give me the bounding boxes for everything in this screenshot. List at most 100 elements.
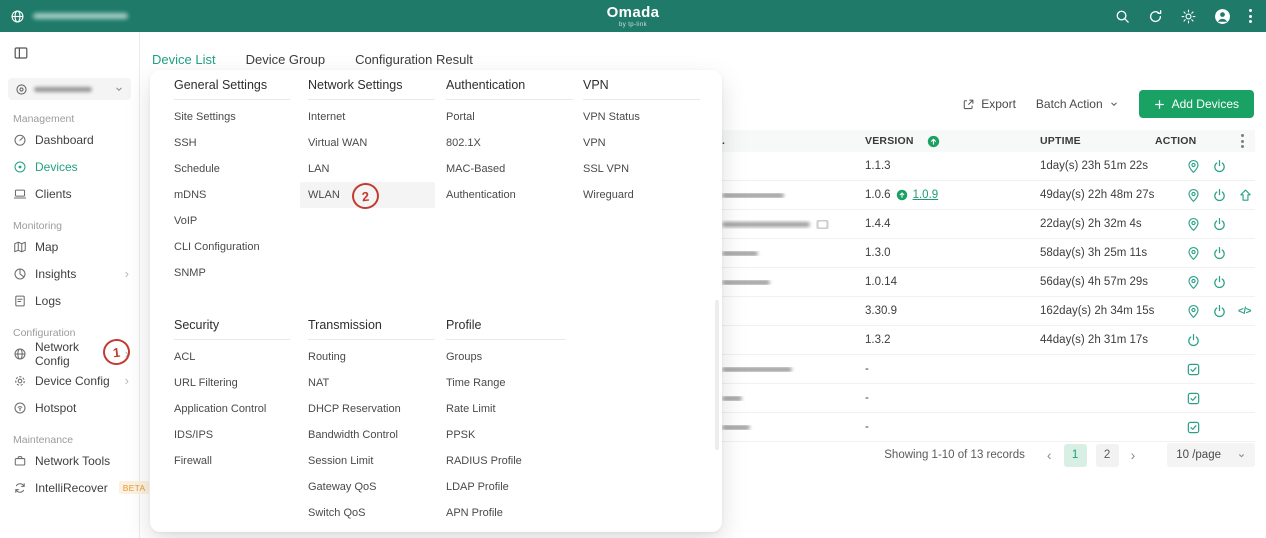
site-selector[interactable] — [8, 78, 131, 100]
power-icon[interactable] — [1212, 304, 1227, 319]
batch-action-label: Batch Action — [1035, 97, 1103, 111]
menu-item-apn-profile[interactable]: APN Profile — [446, 500, 566, 526]
menu-item-ids-ips[interactable]: IDS/IPS — [174, 422, 290, 448]
topbar-site-area[interactable] — [10, 0, 128, 32]
menu-item-internet[interactable]: Internet — [308, 104, 435, 130]
menu-item-mac-based-authentication[interactable]: MAC-Based Authentication — [446, 156, 573, 201]
locate-icon[interactable] — [1186, 275, 1201, 290]
menu-item-dhcp-reservation[interactable]: DHCP Reservation — [308, 396, 435, 422]
refresh-icon[interactable] — [1148, 9, 1163, 24]
power-icon[interactable] — [1186, 333, 1201, 348]
power-icon[interactable] — [1212, 275, 1227, 290]
power-icon[interactable] — [1212, 246, 1227, 261]
sidebar-item-devices[interactable]: Devices — [0, 153, 139, 180]
sidebar-item-logs[interactable]: Logs — [0, 287, 139, 314]
network-config-mega-menu: General Settings Site Settings SSH Sched… — [150, 70, 722, 532]
upgrade-version-link[interactable]: 1.0.9 — [913, 189, 939, 201]
menu-item-acl[interactable]: ACL — [174, 344, 290, 370]
menu-item-time-range[interactable]: Time Range — [446, 370, 566, 396]
sidebar-item-dashboard[interactable]: Dashboard — [0, 126, 139, 153]
locate-icon[interactable] — [1186, 304, 1201, 319]
add-devices-button[interactable]: Add Devices — [1138, 90, 1254, 118]
menu-item-snmp[interactable]: SNMP — [174, 260, 290, 286]
sidebar-section-management: Management — [13, 113, 75, 125]
header-version[interactable]: VERSION — [850, 135, 1028, 148]
menu-item-site-settings[interactable]: Site Settings — [174, 104, 290, 130]
menu-item-groups[interactable]: Groups — [446, 344, 566, 370]
menu-item-routing[interactable]: Routing — [308, 344, 435, 370]
code-icon[interactable]: </> — [1238, 306, 1251, 317]
menu-item-firewall[interactable]: Firewall — [174, 448, 290, 474]
menu-item-session-limit[interactable]: Session Limit — [308, 448, 435, 474]
redacted-device-name — [722, 395, 742, 401]
menu-item-voip[interactable]: VoIP — [174, 208, 290, 234]
tab-configuration-result[interactable]: Configuration Result — [355, 52, 473, 67]
column-settings-icon[interactable] — [1241, 134, 1255, 148]
page-button-2[interactable]: 2 — [1095, 443, 1119, 467]
menu-group-authentication: Authentication Portal 802.1X MAC-Based A… — [446, 78, 573, 201]
sidebar-item-hotspot[interactable]: Hotspot — [0, 394, 139, 421]
sidebar-item-intellirecover[interactable]: IntelliRecover BETA — [0, 474, 150, 501]
menu-item-schedule[interactable]: Schedule — [174, 156, 290, 182]
menu-item-mdns[interactable]: mDNS — [174, 182, 290, 208]
tab-device-list[interactable]: Device List — [152, 52, 216, 67]
sidebar-item-network-tools[interactable]: Network Tools — [0, 447, 139, 474]
firmware-upgrade-indicator-icon[interactable] — [927, 135, 940, 148]
more-menu-icon[interactable] — [1249, 9, 1252, 23]
sidebar-collapse-icon[interactable] — [13, 45, 29, 61]
menu-item-gateway-qos[interactable]: Gateway QoS — [308, 474, 435, 500]
menu-item-ssl-vpn[interactable]: SSL VPN — [583, 156, 700, 182]
export-button[interactable]: Export — [962, 97, 1016, 111]
beta-badge: BETA — [118, 481, 150, 494]
search-icon[interactable] — [1115, 9, 1130, 24]
locate-icon[interactable] — [1186, 188, 1201, 203]
batch-action-dropdown[interactable]: Batch Action — [1036, 97, 1119, 111]
menu-item-portal[interactable]: Portal — [446, 104, 573, 130]
per-page-select[interactable]: 10 /page — [1167, 443, 1255, 467]
locate-icon[interactable] — [1186, 159, 1201, 174]
menu-item-url-filtering[interactable]: URL Filtering — [174, 370, 290, 396]
sidebar-item-insights[interactable]: Insights › — [0, 260, 139, 287]
sidebar-item-device-config[interactable]: Device Config › — [0, 367, 139, 394]
menu-item-rate-limit[interactable]: Rate Limit — [446, 396, 566, 422]
menu-item-ssh[interactable]: SSH — [174, 130, 290, 156]
page-button-1[interactable]: 1 — [1063, 443, 1087, 467]
menu-item-wireguard[interactable]: Wireguard — [583, 182, 700, 208]
add-devices-label: Add Devices — [1171, 97, 1239, 111]
tab-device-group[interactable]: Device Group — [246, 52, 325, 67]
menu-item-vpn-status[interactable]: VPN Status — [583, 104, 700, 130]
menu-group-title: Profile — [446, 318, 566, 340]
power-icon[interactable] — [1212, 188, 1227, 203]
version-cell: 1.3.2 — [865, 334, 891, 346]
menu-item-ldap-profile[interactable]: LDAP Profile — [446, 474, 566, 500]
sidebar-item-map[interactable]: Map — [0, 233, 139, 260]
avatar[interactable] — [1214, 8, 1231, 25]
prev-page-button[interactable]: ‹ — [1044, 448, 1055, 462]
menu-item-ppsk[interactable]: PPSK — [446, 422, 566, 448]
locate-icon[interactable] — [1186, 246, 1201, 261]
version-cell: 3.30.9 — [865, 305, 897, 317]
menu-scrollbar[interactable] — [715, 300, 719, 450]
menu-item-virtual-wan[interactable]: Virtual WAN — [308, 130, 435, 156]
sidebar-item-clients[interactable]: Clients — [0, 180, 139, 207]
top-bar: Omada by tp-link — [0, 0, 1266, 32]
menu-item-bandwidth-control[interactable]: Bandwidth Control — [308, 422, 435, 448]
power-icon[interactable] — [1212, 159, 1227, 174]
adopt-icon[interactable] — [1186, 391, 1201, 406]
upgrade-icon[interactable] — [1238, 188, 1253, 203]
brightness-icon[interactable] — [1181, 9, 1196, 24]
next-page-button[interactable]: › — [1128, 448, 1139, 462]
menu-item-application-control[interactable]: Application Control — [174, 396, 290, 422]
menu-item-nat[interactable]: NAT — [308, 370, 435, 396]
adopt-icon[interactable] — [1186, 420, 1201, 435]
locate-icon[interactable] — [1186, 217, 1201, 232]
menu-item-radius-profile[interactable]: RADIUS Profile — [446, 448, 566, 474]
menu-item-cli-configuration[interactable]: CLI Configuration — [174, 234, 290, 260]
menu-item-8021x[interactable]: 802.1X — [446, 130, 573, 156]
adopt-icon[interactable] — [1186, 362, 1201, 377]
menu-item-lan[interactable]: LAN — [308, 156, 435, 182]
power-icon[interactable] — [1212, 217, 1227, 232]
header-uptime[interactable]: UPTIME — [1028, 135, 1146, 147]
menu-item-vpn[interactable]: VPN — [583, 130, 700, 156]
menu-item-switch-qos[interactable]: Switch QoS — [308, 500, 435, 526]
